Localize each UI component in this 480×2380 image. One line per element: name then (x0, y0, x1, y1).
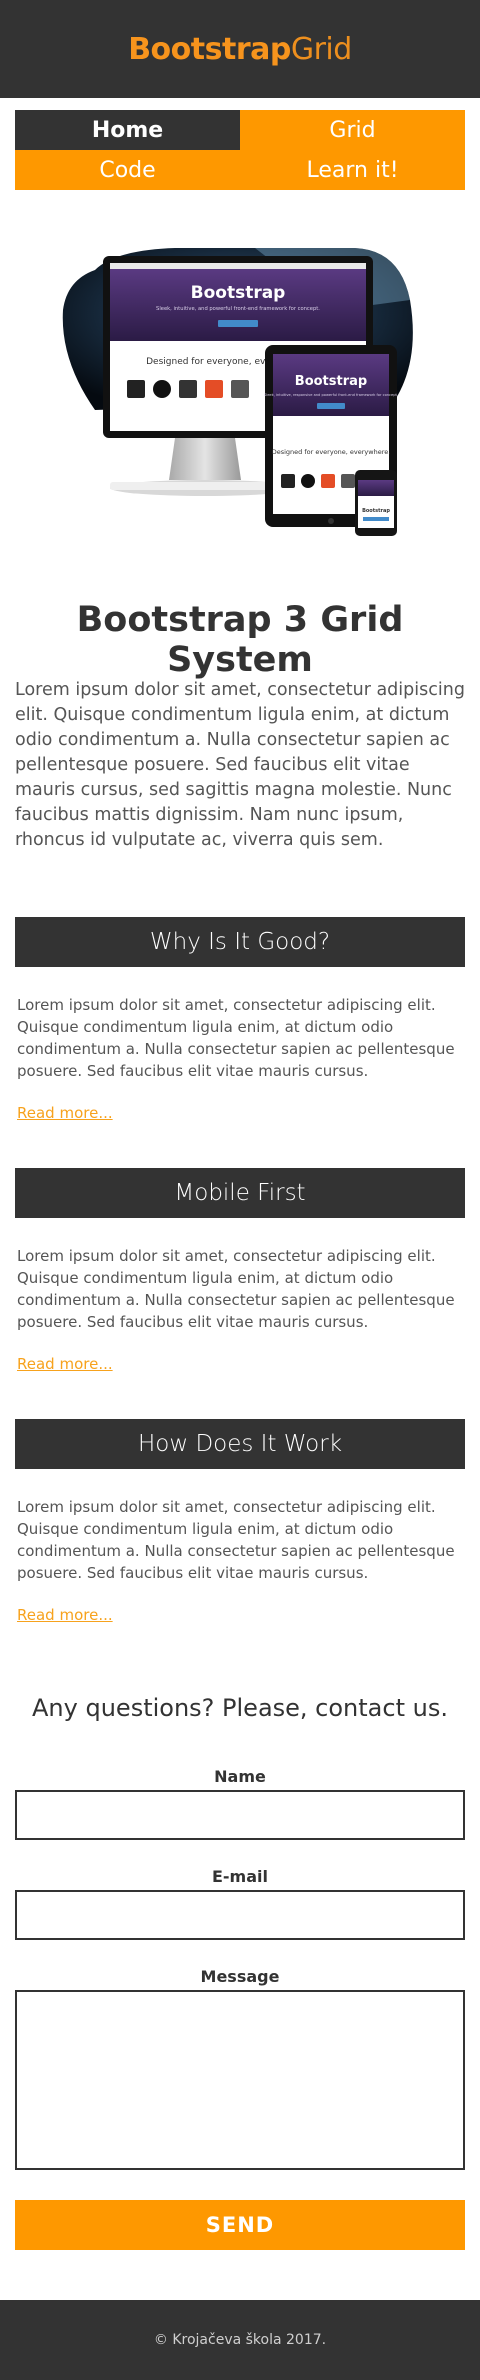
monitor-subtitle: Sleek, intuitive, and powerful front-end… (156, 306, 320, 312)
email-label: E-mail (211, 1867, 268, 1886)
email-field[interactable] (15, 1890, 465, 1940)
brand-logo[interactable]: BootstrapGrid (128, 32, 352, 67)
name-label: Name (214, 1767, 266, 1786)
monitor-tagline: Designed for everyone, every (146, 357, 280, 367)
hero-devices-image: Bootstrap Sleek, intuitive, and powerful… (62, 248, 413, 536)
read-more-link-mobile[interactable]: Read more... (17, 1355, 113, 1373)
read-more-link-how[interactable]: Read more... (17, 1606, 113, 1624)
message-field[interactable] (15, 1990, 465, 2170)
section-text-mobile: Lorem ipsum dolor sit amet, consectetur … (17, 1247, 455, 1331)
name-field[interactable] (15, 1790, 465, 1840)
section-text-why: Lorem ipsum dolor sit amet, consectetur … (17, 996, 455, 1080)
page-title: Bootstrap 3 Grid System (76, 600, 404, 680)
site-header: BootstrapGrid (0, 0, 480, 98)
tablet-title: Bootstrap (295, 374, 367, 389)
monitor-title: Bootstrap (191, 283, 286, 303)
footer-copyright: © Krojačeva škola 2017. (153, 2332, 327, 2348)
brand-light: Grid (290, 31, 352, 67)
nav-item-grid[interactable]: Grid (240, 110, 465, 150)
tablet-tagline: Designed for everyone, everywhere. (272, 448, 391, 456)
contact-title: Any questions? Please, contact us. (32, 1694, 448, 1722)
section-heading-mobile: Mobile First (15, 1168, 465, 1218)
nav-item-home[interactable]: Home (15, 110, 240, 150)
nav-item-code[interactable]: Code (15, 150, 240, 190)
phone-group: Bootstrap (355, 470, 397, 536)
section-text-how: Lorem ipsum dolor sit amet, consectetur … (17, 1498, 455, 1582)
nav-item-learn-it[interactable]: Learn it! (240, 150, 465, 190)
send-button[interactable]: SEND (15, 2200, 465, 2250)
site-footer: © Krojačeva škola 2017. (0, 2300, 480, 2380)
intro-paragraph: Lorem ipsum dolor sit amet, consectetur … (15, 680, 465, 850)
brand-bold: Bootstrap (128, 31, 291, 67)
read-more-link-why[interactable]: Read more... (17, 1104, 113, 1122)
tablet-subtitle: Sleek, intuitive, responsive and powerfu… (264, 393, 398, 397)
section-heading-how: How Does It Work (15, 1419, 465, 1469)
message-label: Message (200, 1967, 280, 1986)
phone-title: Bootstrap (362, 508, 390, 514)
main-nav: Home Grid Code Learn it! (15, 110, 465, 190)
section-heading-why: Why Is It Good? (15, 917, 465, 967)
